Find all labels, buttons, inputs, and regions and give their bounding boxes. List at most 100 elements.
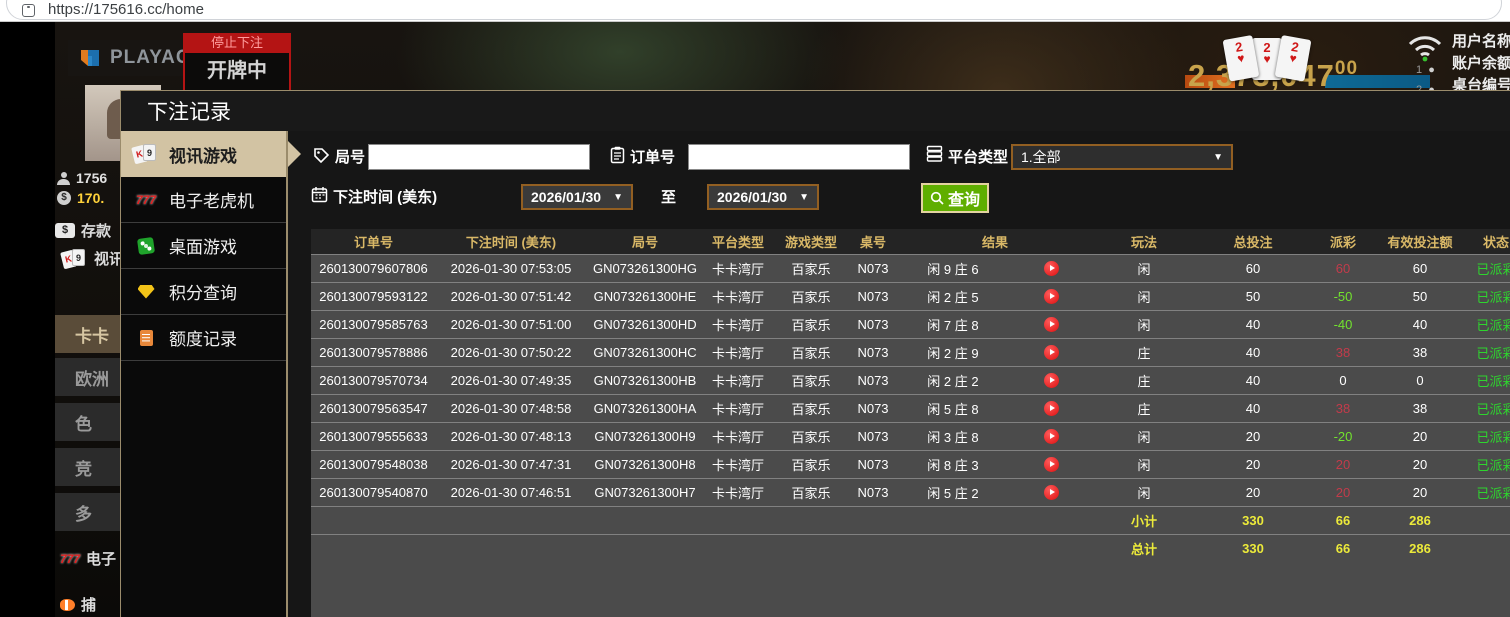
tab-table-games[interactable]: 桌面游戏 <box>121 223 286 269</box>
order-number-input[interactable] <box>688 144 910 170</box>
platform-type-select[interactable]: 1.全部 ▼ <box>1011 144 1233 170</box>
replay-button[interactable] <box>1010 401 1094 416</box>
modal-content: 局号 订单号 平台类型 1.全部 ▼ 下注时间 (美东) 2026/01/30 … <box>288 131 1510 617</box>
slots-lobby-item[interactable]: 777 电子 <box>60 548 116 569</box>
subtotal-row: 小计 330 66 286 <box>311 506 1510 534</box>
url-text[interactable]: https://175616.cc/home <box>48 1 204 18</box>
date-to-select[interactable]: 2026/01/30 ▼ <box>707 184 819 210</box>
balance-value: 170. <box>77 190 105 206</box>
tab-quota-records[interactable]: 额度记录 <box>121 315 286 361</box>
cell-status: 已派彩 <box>1476 458 1510 473</box>
replay-button[interactable] <box>1010 373 1094 388</box>
order-number-label: 订单号 <box>630 149 676 166</box>
cell-payout: 38 <box>1335 401 1351 416</box>
clipboard-icon <box>610 146 625 164</box>
column-header: 局号 <box>631 235 658 250</box>
cell-result: 闲 9 庄 6 <box>896 259 1094 278</box>
cell-round-id: GN073261300H7 <box>594 485 696 500</box>
fishing-lobby-item[interactable]: 捕 <box>60 594 96 615</box>
betting-records-modal: 下注记录 K9 视讯游戏 777 电子老虎机 桌面游戏 积分查询 额度记录 局号… <box>120 90 1510 617</box>
grand-total-total-bet: 330 <box>1242 541 1264 556</box>
calendar-icon <box>311 186 328 203</box>
money-bag-icon: $ <box>57 191 71 205</box>
cell-payout: 20 <box>1335 485 1351 500</box>
cell-status: 已派彩 <box>1476 374 1510 389</box>
table-row: 260130079563547 2026-01-30 07:48:58 GN07… <box>311 394 1510 422</box>
cell-table-no: N073 <box>857 485 889 500</box>
cell-round-id: GN073261300HB <box>593 373 697 388</box>
cell-valid-bet: 60 <box>1412 261 1428 276</box>
cell-game-type: 百家乐 <box>791 318 831 333</box>
round-number-input[interactable] <box>368 144 590 170</box>
replay-button[interactable] <box>1010 485 1094 500</box>
cell-valid-bet: 0 <box>1416 373 1424 388</box>
table-row: 260130079570734 2026-01-30 07:49:35 GN07… <box>311 366 1510 394</box>
slot-777-icon: 777 <box>60 551 81 566</box>
seat-number-1: 1 ● <box>1416 64 1435 76</box>
cell-status: 已派彩 <box>1476 402 1510 417</box>
cell-game-type: 百家乐 <box>791 486 831 501</box>
slot-777-icon: 777 <box>135 192 157 207</box>
cell-play: 庄 <box>1137 374 1151 389</box>
deposit-button[interactable]: $ 存款 <box>55 220 111 241</box>
cell-payout: -50 <box>1333 289 1353 304</box>
site-info-icon[interactable] <box>22 4 35 17</box>
cell-play: 庄 <box>1137 402 1151 417</box>
cell-bet-time: 2026-01-30 07:53:05 <box>450 261 572 276</box>
cell-game-type: 百家乐 <box>791 262 831 277</box>
column-header: 结果 <box>981 235 1008 250</box>
cell-order-id: 260130079548038 <box>319 457 428 472</box>
user-icon <box>57 171 70 185</box>
replay-button[interactable] <box>1010 261 1094 276</box>
cell-table-no: N073 <box>857 429 889 444</box>
column-header: 订单号 <box>353 235 393 250</box>
cell-result: 闲 2 庄 2 <box>896 371 1094 390</box>
query-button[interactable]: 查询 <box>921 183 989 213</box>
tab-video-games[interactable]: K9 视讯游戏 <box>121 131 301 177</box>
cell-play: 闲 <box>1137 458 1151 473</box>
column-header: 状态 <box>1482 235 1509 250</box>
cell-platform: 卡卡湾厅 <box>711 262 764 277</box>
cell-total-bet: 40 <box>1245 401 1261 416</box>
cell-valid-bet: 38 <box>1412 401 1428 416</box>
replay-button[interactable] <box>1010 457 1094 472</box>
table-row: 260130079593122 2026-01-30 07:51:42 GN07… <box>311 282 1510 310</box>
cell-order-id: 260130079607806 <box>319 261 428 276</box>
cell-total-bet: 50 <box>1245 289 1261 304</box>
cell-table-no: N073 <box>857 373 889 388</box>
subtotal-payout: 66 <box>1335 513 1351 528</box>
replay-button[interactable] <box>1010 289 1094 304</box>
cell-result: 闲 8 庄 3 <box>896 455 1094 474</box>
deposit-icon: $ <box>55 223 75 238</box>
cell-round-id: GN073261300HC <box>593 345 697 360</box>
date-from-select[interactable]: 2026/01/30 ▼ <box>521 184 633 210</box>
cell-table-no: N073 <box>857 345 889 360</box>
cell-payout: -40 <box>1333 317 1353 332</box>
replay-button[interactable] <box>1010 345 1094 360</box>
cell-platform: 卡卡湾厅 <box>711 402 764 417</box>
cell-payout: 20 <box>1335 457 1351 472</box>
cell-play: 闲 <box>1137 486 1151 501</box>
tab-slot-machines[interactable]: 777 电子老虎机 <box>121 177 286 223</box>
table-row: 260130079607806 2026-01-30 07:53:05 GN07… <box>311 254 1510 282</box>
cell-round-id: GN073261300HD <box>593 317 697 332</box>
cell-play: 闲 <box>1137 290 1151 305</box>
tab-points-inquiry[interactable]: 积分查询 <box>121 269 286 315</box>
chevron-down-icon: ▼ <box>799 191 809 203</box>
subtotal-valid-bet: 286 <box>1409 513 1431 528</box>
chevron-down-icon: ▼ <box>613 191 623 203</box>
replay-button[interactable] <box>1010 429 1094 444</box>
cell-bet-time: 2026-01-30 07:47:31 <box>450 457 572 472</box>
video-games-lobby-item[interactable]: K9 视讯 <box>60 248 124 269</box>
cell-round-id: GN073261300HA <box>593 401 697 416</box>
cell-payout: 0 <box>1339 373 1347 388</box>
cell-bet-time: 2026-01-30 07:50:22 <box>450 345 572 360</box>
cell-total-bet: 20 <box>1245 457 1261 472</box>
cell-total-bet: 20 <box>1245 485 1261 500</box>
cell-result: 闲 7 庄 8 <box>896 315 1094 334</box>
cell-status: 已派彩 <box>1476 486 1510 501</box>
browser-url-bar[interactable]: https://175616.cc/home <box>0 0 1510 22</box>
omnibox[interactable] <box>6 0 1502 20</box>
dice-icon <box>133 236 159 255</box>
replay-button[interactable] <box>1010 317 1094 332</box>
